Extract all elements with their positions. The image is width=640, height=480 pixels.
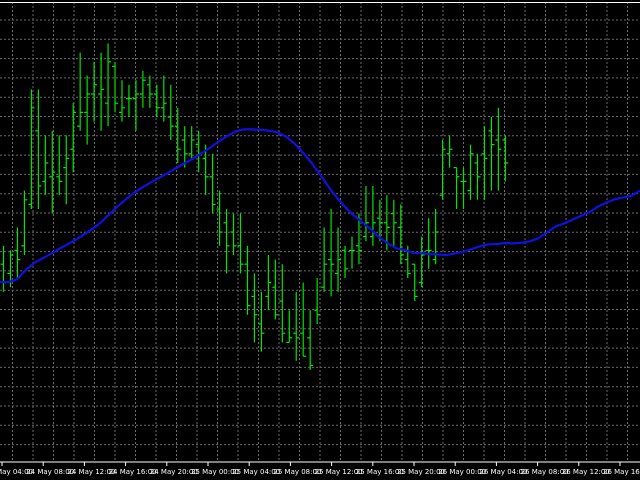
x-tick-label: 26 May 16:00 (603, 468, 640, 476)
chart-background (0, 0, 640, 480)
price-chart: 24 May 04:0024 May 08:0024 May 12:0024 M… (0, 0, 640, 480)
